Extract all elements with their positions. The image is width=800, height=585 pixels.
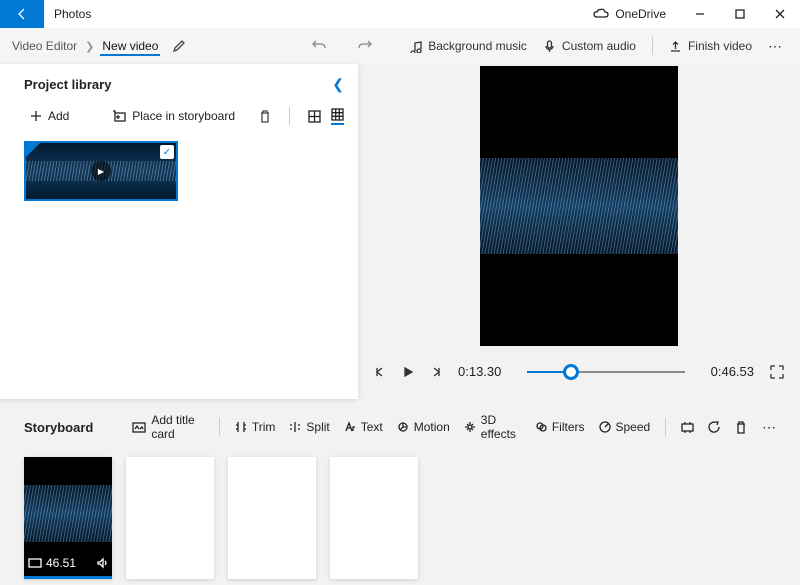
play-button[interactable] xyxy=(402,366,414,378)
rotate-button[interactable] xyxy=(703,417,726,438)
redo-button[interactable] xyxy=(357,39,373,53)
breadcrumb-current[interactable]: New video xyxy=(100,39,160,56)
filters-label: Filters xyxy=(552,420,585,434)
split-button[interactable]: Split xyxy=(284,416,334,438)
storyboard-panel: Storyboard Add title card Trim Split Tex… xyxy=(0,399,800,579)
speed-label: Speed xyxy=(616,420,651,434)
speed-button[interactable]: Speed xyxy=(594,416,656,438)
titlebar: Photos OneDrive xyxy=(0,0,800,28)
preview-panel: 0:13.30 0:46.53 xyxy=(358,64,800,399)
resize-button[interactable] xyxy=(676,417,699,438)
place-in-storyboard-button[interactable]: Place in storyboard xyxy=(106,105,241,127)
plus-icon xyxy=(30,110,42,122)
text-icon xyxy=(344,421,356,433)
collapse-library-button[interactable]: ❮ xyxy=(332,76,344,93)
3d-effects-label: 3D effects xyxy=(481,413,521,441)
aspect-icon xyxy=(28,558,42,568)
export-icon xyxy=(669,40,682,53)
sparkle-icon xyxy=(464,421,476,433)
3d-effects-button[interactable]: 3D effects xyxy=(459,409,526,445)
clip-duration: 46.51 xyxy=(46,556,76,570)
next-frame-button[interactable] xyxy=(430,366,442,378)
breadcrumb-root[interactable]: Video Editor xyxy=(10,39,79,53)
separator xyxy=(652,37,653,55)
text-button[interactable]: Text xyxy=(339,416,388,438)
storyboard-empty-slot[interactable] xyxy=(330,457,418,579)
selected-check-icon: ✓ xyxy=(160,145,174,159)
app-title: Photos xyxy=(44,0,101,28)
microphone-icon xyxy=(543,40,556,53)
custom-audio-button[interactable]: Custom audio xyxy=(537,35,642,57)
background-music-button[interactable]: Background music xyxy=(403,35,533,57)
total-time: 0:46.53 xyxy=(711,364,754,379)
filters-button[interactable]: Filters xyxy=(530,416,590,438)
more-button[interactable]: ⋯ xyxy=(762,38,790,55)
place-label: Place in storyboard xyxy=(132,109,235,123)
background-music-label: Background music xyxy=(428,39,527,53)
motion-button[interactable]: Motion xyxy=(392,416,455,438)
text-label: Text xyxy=(361,420,383,434)
current-time: 0:13.30 xyxy=(458,364,501,379)
project-library-panel: Project library ❮ Add Place in storyboar… xyxy=(0,64,358,399)
chevron-right-icon: ❯ xyxy=(79,40,100,53)
title-card-icon xyxy=(132,422,146,433)
storyboard-empty-slot[interactable] xyxy=(228,457,316,579)
add-title-card-button[interactable]: Add title card xyxy=(127,409,209,445)
rename-button[interactable] xyxy=(172,39,186,53)
motion-icon xyxy=(397,421,409,433)
undo-button[interactable] xyxy=(311,39,327,53)
view-small-button[interactable] xyxy=(331,108,344,125)
seek-slider[interactable] xyxy=(527,371,684,373)
storyboard-empty-slot[interactable] xyxy=(126,457,214,579)
back-button[interactable] xyxy=(0,0,44,28)
separator xyxy=(665,418,666,436)
separator xyxy=(219,418,220,436)
finish-video-label: Finish video xyxy=(688,39,752,53)
onedrive-button[interactable]: OneDrive xyxy=(579,0,680,28)
trim-label: Trim xyxy=(252,420,276,434)
speed-icon xyxy=(599,421,611,433)
fullscreen-button[interactable] xyxy=(770,365,784,379)
finish-video-button[interactable]: Finish video xyxy=(663,35,758,57)
delete-button[interactable] xyxy=(259,110,271,123)
trim-button[interactable]: Trim xyxy=(230,416,281,438)
minimize-button[interactable] xyxy=(680,0,720,28)
filters-icon xyxy=(535,421,547,433)
storyboard-clip[interactable]: 46.51 xyxy=(24,457,112,579)
separator xyxy=(289,107,290,125)
add-title-card-label: Add title card xyxy=(151,413,204,441)
custom-audio-label: Custom audio xyxy=(562,39,636,53)
maximize-button[interactable] xyxy=(720,0,760,28)
play-overlay-icon: ▶ xyxy=(91,161,111,181)
split-label: Split xyxy=(306,420,329,434)
delete-clip-button[interactable] xyxy=(730,417,752,438)
split-icon xyxy=(289,421,301,433)
close-button[interactable] xyxy=(760,0,800,28)
view-large-button[interactable] xyxy=(308,110,321,123)
preview-frame[interactable] xyxy=(480,66,678,346)
storyboard-title: Storyboard xyxy=(24,420,93,435)
music-icon xyxy=(409,40,422,53)
library-clip[interactable]: ▶ ✓ xyxy=(24,141,178,201)
library-title: Project library xyxy=(24,77,111,92)
trim-icon xyxy=(235,421,247,433)
motion-label: Motion xyxy=(414,420,450,434)
add-label: Add xyxy=(48,109,69,123)
add-media-button[interactable]: Add xyxy=(24,105,75,127)
main-area: Project library ❮ Add Place in storyboar… xyxy=(0,64,800,399)
storyboard-more-button[interactable]: ⋯ xyxy=(756,419,784,436)
prev-frame-button[interactable] xyxy=(374,366,386,378)
audio-icon xyxy=(96,557,108,569)
cloud-icon xyxy=(593,8,609,20)
place-icon xyxy=(112,110,126,122)
command-bar: Video Editor ❯ New video Background musi… xyxy=(0,28,800,64)
onedrive-label: OneDrive xyxy=(615,7,666,21)
